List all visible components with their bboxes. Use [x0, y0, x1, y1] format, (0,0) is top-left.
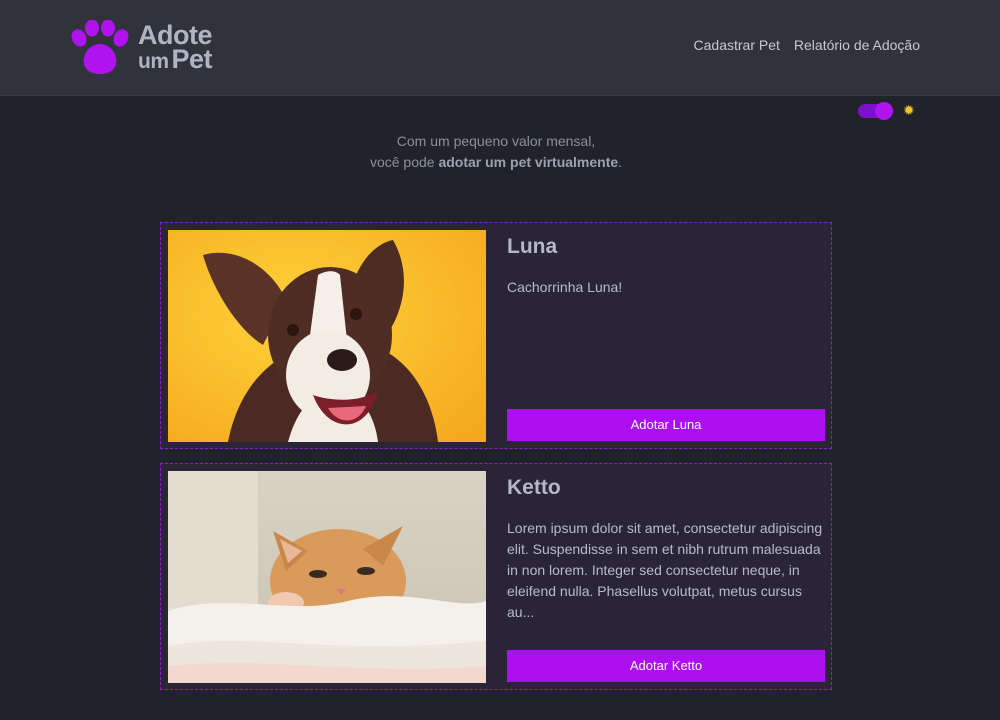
pet-name: Luna	[507, 235, 558, 258]
logo-line2: um Pet	[138, 43, 213, 74]
adopt-luna-button[interactable]: Adotar Luna	[507, 409, 825, 441]
pet-card-luna: Luna Cachorrinha Luna! Adotar Luna	[160, 222, 832, 449]
intro-line1: Com um pequeno valor mensal,	[396, 133, 596, 149]
adopt-ketto-button[interactable]: Adotar Ketto	[507, 650, 825, 682]
intro-prefix: você pode	[369, 154, 439, 170]
dog-image	[168, 230, 486, 442]
toggle-knob	[875, 102, 893, 120]
logo[interactable]: Adote um Pet	[70, 18, 240, 78]
logo-line2-small: um	[138, 49, 169, 73]
logo-text: Adote um Pet	[138, 21, 213, 74]
intro-text: Com um pequeno valor mensal, você pode a…	[0, 131, 992, 173]
pet-card-ketto: Ketto Lorem ipsum dolor sit amet, consec…	[160, 463, 832, 690]
pet-description: Lorem ipsum dolor sit amet, consectetur …	[507, 520, 823, 620]
kitten-image	[168, 471, 486, 683]
pet-description: Cachorrinha Luna!	[507, 279, 623, 295]
intro-suffix: .	[618, 154, 623, 170]
nav-relatorio-adocao[interactable]: Relatório de Adoção	[794, 37, 920, 53]
kitten-photo	[168, 471, 486, 683]
main-nav: Cadastrar Pet Relatório de Adoção	[694, 37, 920, 53]
logo-line2-big: Pet	[171, 43, 213, 74]
dog-photo	[168, 230, 486, 442]
pet-name: Ketto	[507, 476, 561, 499]
paw-icon	[71, 20, 129, 74]
intro-bold: adotar um pet virtualmente	[438, 154, 619, 170]
intro-line2: você pode adotar um pet virtualmente.	[0, 152, 992, 173]
site-header: Adote um Pet Cadastrar Pet Relatório de A…	[0, 0, 1000, 96]
nav-cadastrar-pet[interactable]: Cadastrar Pet	[694, 37, 780, 53]
theme-toggle[interactable]	[858, 102, 893, 120]
sun-icon: ✹	[903, 102, 915, 118]
